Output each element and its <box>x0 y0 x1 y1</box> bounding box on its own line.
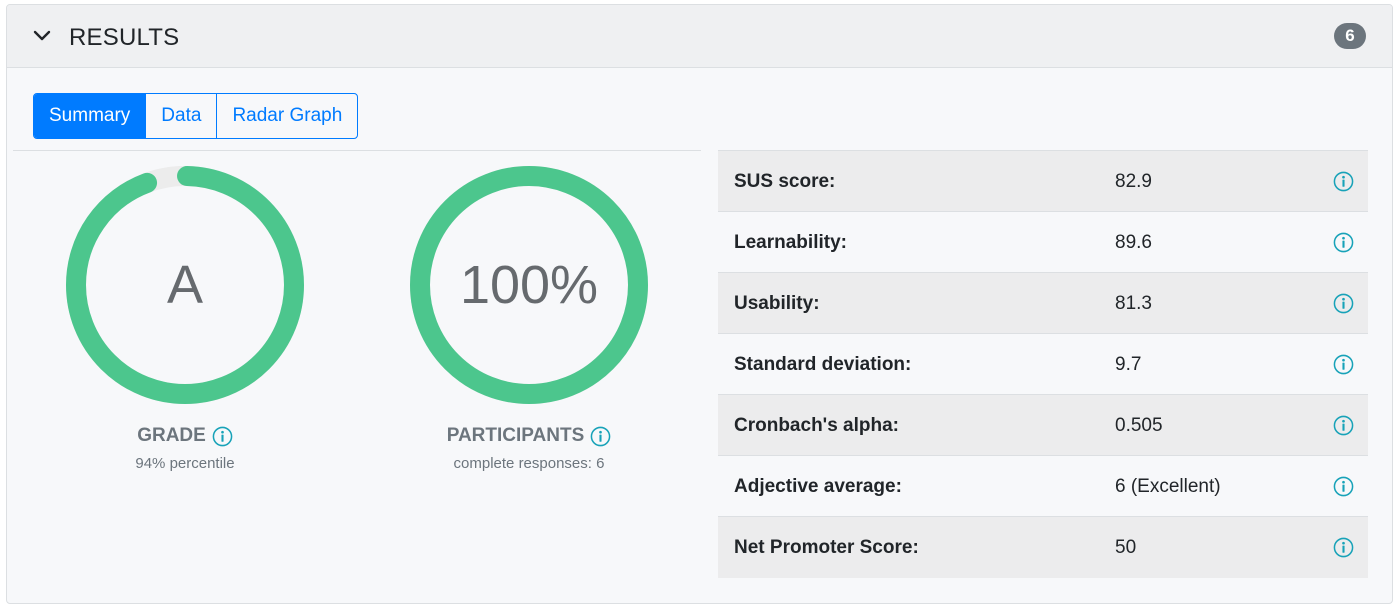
info-circle-icon[interactable] <box>1333 476 1354 502</box>
panel-title: RESULTS <box>69 24 180 51</box>
tab-radar-graph[interactable]: Radar Graph <box>217 94 357 138</box>
info-circle-icon[interactable] <box>1333 293 1354 319</box>
participants-responses: complete responses: 6 <box>453 455 605 472</box>
stat-value: 82.9 <box>1115 171 1152 192</box>
table-row: Cronbach's alpha: 0.505 <box>718 395 1368 456</box>
info-circle-icon[interactable] <box>1333 537 1354 563</box>
count-badge: 6 <box>1334 23 1366 49</box>
grade-value: A <box>166 255 204 315</box>
stat-label: SUS score: <box>734 171 836 192</box>
participants-label: PARTICIPANTS <box>409 425 649 447</box>
participants-value: 100% <box>459 255 599 315</box>
grade-gauge: A <box>65 165 305 405</box>
grade-label-text: GRADE <box>137 425 206 446</box>
table-row: SUS score: 82.9 <box>718 151 1368 212</box>
divider <box>13 150 701 151</box>
grade-label: GRADE <box>65 425 305 447</box>
stat-label: Usability: <box>734 293 820 314</box>
table-row: Adjective average: 6 (Excellent) <box>718 456 1368 517</box>
stat-value: 0.505 <box>1115 415 1163 436</box>
tab-summary[interactable]: Summary <box>34 94 147 138</box>
stat-label: Standard deviation: <box>734 354 912 375</box>
stats-table: SUS score: 82.9 Learnability: 89.6 Usability… <box>718 150 1368 578</box>
tab-group: Summary Data Radar Graph <box>33 93 359 139</box>
participants-gauge: 100% <box>409 165 649 405</box>
info-circle-icon[interactable] <box>1333 354 1354 380</box>
info-circle-icon[interactable] <box>1333 171 1354 197</box>
stat-label: Cronbach's alpha: <box>734 415 899 436</box>
table-row: Net Promoter Score: 50 <box>718 517 1368 578</box>
info-circle-icon[interactable] <box>1333 232 1354 258</box>
grade-percentile: 94% percentile <box>135 455 235 472</box>
results-panel: RESULTS 6 Summary Data Radar Graph A GRA… <box>6 4 1393 604</box>
participants-label-text: PARTICIPANTS <box>446 425 585 446</box>
info-circle-icon[interactable] <box>212 426 233 447</box>
stat-value: 6 (Excellent) <box>1115 476 1221 497</box>
stat-label: Adjective average: <box>734 476 902 497</box>
table-row: Standard deviation: 9.7 <box>718 334 1368 395</box>
stat-value: 50 <box>1115 537 1137 558</box>
stat-label: Net Promoter Score: <box>734 537 919 558</box>
table-row: Learnability: 89.6 <box>718 212 1368 273</box>
chevron-down-icon[interactable] <box>33 29 51 43</box>
stat-value: 9.7 <box>1115 354 1142 375</box>
table-row: Usability: 81.3 <box>718 273 1368 334</box>
tab-data[interactable]: Data <box>146 94 218 138</box>
stat-value: 81.3 <box>1115 293 1152 314</box>
stat-value: 89.6 <box>1115 232 1152 253</box>
info-circle-icon[interactable] <box>1333 415 1354 441</box>
stat-label: Learnability: <box>734 232 847 253</box>
results-header[interactable]: RESULTS 6 <box>7 5 1392 68</box>
info-circle-icon[interactable] <box>590 426 611 447</box>
